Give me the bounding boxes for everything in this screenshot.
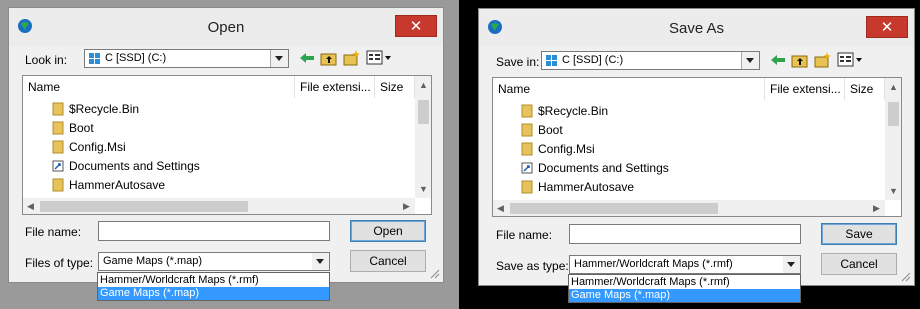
horizontal-scrollbar[interactable]: ◀ ▶ (493, 200, 885, 216)
folder-icon (52, 178, 64, 192)
open-dialog: Open ✕ Look in: C [SSD] (C:) Name File e… (8, 7, 444, 283)
location-value: C [SSD] (C:) (105, 52, 167, 64)
file-list[interactable]: Name File extensi... Size $Recycle.Bin B… (22, 75, 432, 215)
resize-grip-icon[interactable] (899, 270, 911, 282)
up-folder-icon[interactable] (320, 49, 338, 67)
view-menu-icon[interactable] (366, 49, 392, 67)
scroll-thumb[interactable] (888, 102, 899, 126)
file-name: HammerAutosave (538, 180, 635, 194)
view-menu-icon[interactable] (837, 51, 863, 69)
scroll-up-icon[interactable]: ▲ (419, 80, 428, 90)
file-name: Boot (538, 123, 563, 137)
scroll-down-icon[interactable]: ▼ (419, 184, 428, 194)
file-name: HammerAutosave (69, 178, 166, 192)
vertical-scrollbar[interactable]: ▲ ▼ (885, 78, 901, 200)
location-combo[interactable]: C [SSD] (C:) (541, 51, 760, 70)
save-as-titlebar[interactable]: Save As ✕ (479, 9, 914, 47)
file-name: Config.Msi (69, 140, 126, 154)
location-value: C [SSD] (C:) (562, 54, 624, 66)
scroll-right-icon[interactable]: ▶ (403, 201, 410, 211)
location-dropdown-button[interactable] (270, 50, 288, 67)
back-arrow-icon[interactable] (298, 49, 316, 67)
folder-icon (521, 142, 533, 156)
cancel-button[interactable]: Cancel (821, 253, 897, 275)
cancel-button[interactable]: Cancel (350, 250, 426, 272)
location-combo[interactable]: C [SSD] (C:) (84, 49, 289, 68)
chevron-down-icon (787, 262, 795, 267)
file-name: $Recycle.Bin (69, 102, 140, 116)
save-type-dropdown-button[interactable] (783, 256, 800, 273)
scroll-left-icon[interactable]: ◀ (497, 203, 504, 213)
vertical-scrollbar[interactable]: ▲ ▼ (415, 76, 431, 198)
new-folder-icon[interactable] (814, 51, 832, 69)
folder-icon (521, 123, 533, 137)
file-name: $Recycle.Bin (538, 104, 609, 118)
location-dropdown-button[interactable] (741, 52, 759, 69)
scroll-thumb[interactable] (40, 201, 248, 212)
column-header-extension[interactable]: File extensi... (295, 76, 375, 98)
back-arrow-icon[interactable] (769, 51, 787, 69)
scroll-thumb[interactable] (510, 203, 718, 214)
file-type-options-list[interactable]: Hammer/Worldcraft Maps (*.rmf) Game Maps… (97, 272, 330, 301)
save-type-option[interactable]: Hammer/Worldcraft Maps (*.rmf) (569, 276, 800, 289)
save-in-label: Save in: (496, 55, 540, 69)
scroll-right-icon[interactable]: ▶ (873, 203, 880, 213)
file-name: Documents and Settings (538, 161, 669, 175)
file-name-input[interactable] (98, 221, 330, 241)
folder-icon (52, 121, 64, 135)
horizontal-scrollbar[interactable]: ◀ ▶ (23, 198, 415, 214)
scroll-thumb[interactable] (418, 100, 429, 124)
file-type-label: Files of type: (25, 256, 94, 270)
file-name-label: File name: (496, 228, 553, 242)
column-header-extension[interactable]: File extensi... (765, 78, 845, 100)
drive-icon (89, 53, 100, 64)
column-header-size[interactable]: Size (845, 78, 885, 100)
file-name: Config.Msi (538, 142, 595, 156)
close-button[interactable]: ✕ (866, 16, 908, 38)
scroll-up-icon[interactable]: ▲ (889, 82, 898, 92)
look-in-label: Look in: (25, 53, 68, 67)
scroll-left-icon[interactable]: ◀ (27, 201, 34, 211)
chevron-down-icon (316, 259, 324, 264)
folder-icon (52, 140, 64, 154)
scroll-down-icon[interactable]: ▼ (889, 186, 898, 196)
folder-icon (52, 102, 64, 116)
file-name: Boot (69, 121, 94, 135)
dialog-title: Save As (668, 20, 725, 37)
save-type-value: Hammer/Worldcraft Maps (*.rmf) (574, 258, 733, 270)
shortcut-icon (52, 160, 64, 172)
folder-icon (521, 180, 533, 194)
shortcut-icon (521, 162, 533, 174)
file-list[interactable]: Name File extensi... Size $Recycle.Bin B… (492, 77, 902, 217)
file-type-combo[interactable]: Game Maps (*.map) (98, 252, 330, 271)
file-type-option-selected[interactable]: Game Maps (*.map) (98, 287, 329, 300)
file-type-dropdown-button[interactable] (312, 253, 329, 270)
up-folder-icon[interactable] (791, 51, 809, 69)
open-button[interactable]: Open (350, 220, 426, 242)
file-type-option[interactable]: Hammer/Worldcraft Maps (*.rmf) (98, 274, 329, 287)
resize-grip-icon[interactable] (428, 267, 440, 279)
column-header-name[interactable]: Name (493, 78, 765, 100)
save-type-label: Save as type: (496, 259, 569, 273)
save-as-dialog: Save As ✕ Save in: C [SSD] (C:) Name Fil… (478, 8, 915, 286)
chevron-down-icon (275, 56, 283, 61)
save-type-combo[interactable]: Hammer/Worldcraft Maps (*.rmf) (569, 255, 801, 274)
chevron-down-icon (746, 58, 754, 63)
column-header-size[interactable]: Size (375, 76, 415, 98)
open-titlebar[interactable]: Open ✕ (9, 8, 443, 46)
column-header-name[interactable]: Name (23, 76, 295, 98)
save-type-option-selected[interactable]: Game Maps (*.map) (569, 289, 800, 302)
file-name-label: File name: (25, 225, 82, 239)
new-folder-icon[interactable] (343, 49, 361, 67)
drive-icon (546, 55, 557, 66)
close-button[interactable]: ✕ (395, 15, 437, 37)
save-type-options-list[interactable]: Hammer/Worldcraft Maps (*.rmf) Game Maps… (568, 274, 801, 303)
save-button[interactable]: Save (821, 223, 897, 245)
file-name: Documents and Settings (69, 159, 200, 173)
dialog-title: Open (207, 19, 245, 36)
file-type-value: Game Maps (*.map) (103, 255, 203, 267)
folder-icon (521, 104, 533, 118)
file-name-input[interactable] (569, 224, 801, 244)
